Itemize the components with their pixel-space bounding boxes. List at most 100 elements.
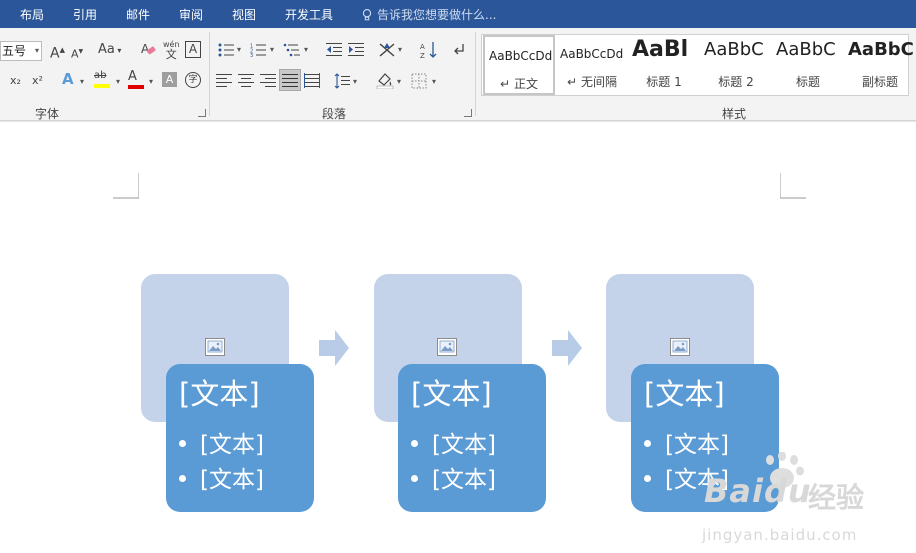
- chevron-down-icon[interactable]: ▾: [397, 77, 401, 86]
- smartart-text-shape[interactable]: [文本] [文本] [文本]: [166, 364, 314, 512]
- style-heading-2[interactable]: AaBbC 标题 2: [700, 35, 772, 95]
- chevron-down-icon[interactable]: ▾: [237, 45, 241, 54]
- style-normal[interactable]: AaBbCcDd ↵ 正文: [483, 35, 555, 95]
- tab-review[interactable]: 审阅: [179, 6, 203, 23]
- chevron-down-icon[interactable]: ▾: [116, 77, 120, 86]
- chevron-down-icon: ▾: [34, 46, 39, 55]
- tab-developer[interactable]: 开发工具: [285, 6, 333, 23]
- style-sample: AaBl: [632, 37, 689, 62]
- increase-indent-icon[interactable]: [348, 43, 364, 57]
- justify-icon[interactable]: [279, 69, 301, 91]
- margin-corner-mark: [780, 173, 806, 199]
- tell-me-text: 告诉我您想要做什么...: [377, 8, 497, 22]
- align-left-icon[interactable]: [216, 74, 232, 88]
- tab-mailings[interactable]: 邮件: [126, 6, 150, 23]
- style-name: 标题 1: [646, 75, 682, 89]
- svg-text:A: A: [420, 43, 425, 51]
- shading-icon[interactable]: [376, 71, 394, 89]
- highlight-color-icon[interactable]: ab: [94, 70, 110, 88]
- tab-layout[interactable]: 布局: [20, 6, 44, 23]
- style-sample: AaBbC: [848, 39, 914, 60]
- watermark-url: jingyan.baidu.com: [702, 526, 858, 544]
- watermark-cn: 经验: [808, 481, 865, 514]
- picture-placeholder-icon[interactable]: [205, 338, 225, 356]
- shape-title: [文本]: [179, 377, 260, 411]
- chinese-layout-icon[interactable]: [378, 42, 396, 58]
- grow-font-icon[interactable]: A▲: [50, 42, 65, 62]
- show-marks-icon[interactable]: [452, 43, 466, 57]
- shape-bullet: [文本]: [179, 430, 264, 460]
- multilevel-list-icon[interactable]: [283, 43, 301, 57]
- line-spacing-icon[interactable]: [334, 73, 350, 89]
- text-effects-icon[interactable]: A: [62, 71, 74, 87]
- align-center-icon[interactable]: [238, 74, 254, 88]
- char-border-icon[interactable]: A: [185, 41, 201, 58]
- align-right-icon[interactable]: [260, 74, 276, 88]
- change-case-icon[interactable]: Aa ▾: [98, 42, 121, 59]
- svg-text:A: A: [141, 42, 150, 56]
- font-color-icon[interactable]: A: [128, 70, 144, 89]
- style-name: 标题 2: [718, 75, 754, 89]
- borders-icon[interactable]: [411, 73, 427, 89]
- style-sample: AaBbC: [776, 39, 836, 60]
- char-shading-icon[interactable]: A: [162, 72, 177, 87]
- ribbon: 五号 ▾ A▲ A▼ Aa ▾ A wén 文 A x₂ x² A ▾ ab ▾ A…: [0, 28, 916, 121]
- chevron-down-icon[interactable]: ▾: [80, 77, 84, 86]
- style-sample: AaBbCcDd: [489, 49, 553, 63]
- style-name: 标题: [795, 75, 820, 89]
- shape-bullet: [文本]: [179, 465, 264, 495]
- paragraph-dialog-launcher-icon[interactable]: [464, 109, 472, 117]
- shrink-font-icon[interactable]: A▼: [71, 44, 83, 63]
- chevron-down-icon[interactable]: ▾: [304, 45, 308, 54]
- menu-bar: 布局 引用 邮件 审阅 视图 开发工具 告诉我您想要做什么...: [0, 0, 916, 28]
- style-no-spacing[interactable]: AaBbCcDd ↵ 无间隔: [556, 35, 628, 95]
- styles-group-label: 样式: [722, 107, 747, 121]
- styles-gallery: AaBbCcDd ↵ 正文 AaBbCcDd ↵ 无间隔 AaBl 标题 1 A…: [481, 34, 914, 96]
- divider: [475, 32, 476, 116]
- arrow-right-icon[interactable]: [319, 330, 349, 366]
- style-sample: AaBbC: [704, 39, 764, 60]
- tab-view[interactable]: 视图: [232, 6, 256, 23]
- shape-title: [文本]: [644, 377, 725, 411]
- font-size-value: 五号: [2, 44, 27, 58]
- svg-text:3: 3: [250, 53, 253, 57]
- clear-format-icon[interactable]: A: [140, 41, 156, 57]
- numbering-icon[interactable]: 123: [250, 43, 266, 57]
- style-heading-1[interactable]: AaBl 标题 1: [628, 35, 700, 95]
- picture-placeholder-icon[interactable]: [670, 338, 690, 356]
- chevron-down-icon[interactable]: ▾: [270, 45, 274, 54]
- margin-corner-mark: [113, 173, 139, 199]
- chevron-down-icon[interactable]: ▾: [149, 77, 153, 86]
- style-name: ↵ 无间隔: [567, 75, 617, 89]
- font-size-select[interactable]: 五号 ▾: [0, 41, 42, 61]
- chevron-down-icon[interactable]: ▾: [398, 45, 402, 54]
- shape-bullet: [文本]: [411, 430, 496, 460]
- tab-references[interactable]: 引用: [73, 6, 97, 23]
- phonetic-guide-icon[interactable]: wén 文: [163, 40, 180, 60]
- style-title[interactable]: AaBbC 标题: [772, 35, 844, 95]
- bullets-icon[interactable]: [218, 43, 234, 57]
- sort-icon[interactable]: AZ: [420, 41, 438, 59]
- style-sample: AaBbCcDd: [560, 47, 624, 61]
- style-name: ↵ 正文: [500, 77, 538, 91]
- subscript-icon[interactable]: x₂: [10, 73, 21, 89]
- paragraph-group-label: 段落: [322, 107, 347, 121]
- font-group-label: 字体: [35, 107, 60, 121]
- superscript-icon[interactable]: x²: [32, 73, 43, 89]
- shape-bullet: [文本]: [411, 465, 496, 495]
- style-name: 副标题: [861, 75, 898, 89]
- chevron-down-icon[interactable]: ▾: [353, 77, 357, 86]
- arrow-right-icon[interactable]: [552, 330, 582, 366]
- lightbulb-icon: [362, 9, 372, 21]
- tell-me-box[interactable]: 告诉我您想要做什么...: [362, 6, 496, 23]
- picture-placeholder-icon[interactable]: [437, 338, 457, 356]
- enclose-char-icon[interactable]: 字: [185, 72, 201, 88]
- chevron-down-icon[interactable]: ▾: [432, 77, 436, 86]
- font-dialog-launcher-icon[interactable]: [198, 109, 206, 117]
- decrease-indent-icon[interactable]: [326, 43, 342, 57]
- smartart-text-shape[interactable]: [文本] [文本] [文本]: [398, 364, 546, 512]
- svg-text:Z: Z: [420, 52, 425, 59]
- distributed-icon[interactable]: [304, 73, 320, 89]
- divider: [209, 32, 210, 116]
- style-subtitle[interactable]: AaBbC 副标题: [844, 35, 916, 95]
